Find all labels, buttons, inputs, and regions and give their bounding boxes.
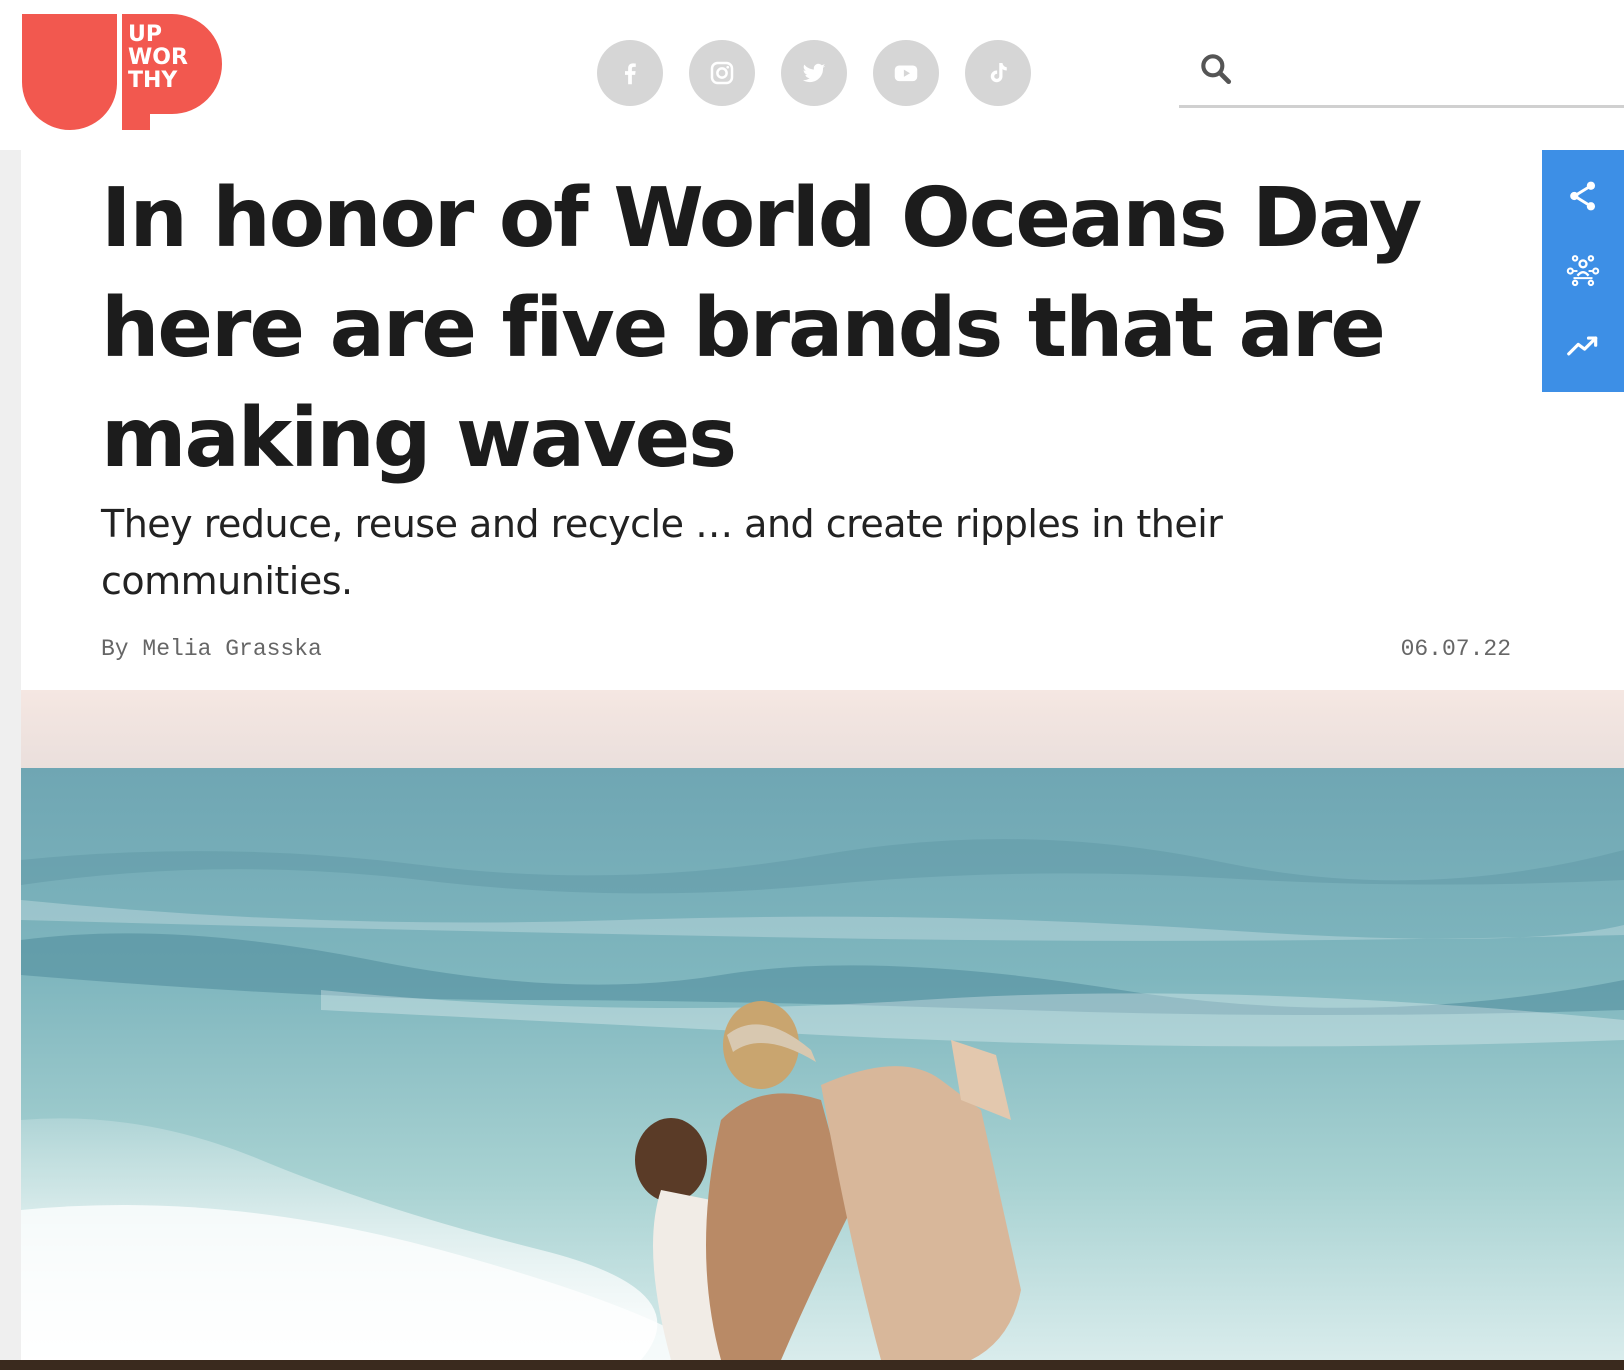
trending-icon xyxy=(1567,336,1598,356)
bottom-edge xyxy=(0,1360,1624,1370)
twitter-link[interactable] xyxy=(781,40,847,106)
svg-text:UP: UP xyxy=(128,22,162,47)
twitter-icon xyxy=(802,63,826,83)
upworthy-logo[interactable]: UP WOR THY xyxy=(22,14,222,130)
instagram-icon xyxy=(710,61,734,85)
facebook-icon xyxy=(625,63,636,85)
share-button[interactable] xyxy=(1557,170,1609,222)
tiktok-icon xyxy=(990,63,1007,83)
trending-button[interactable] xyxy=(1557,320,1609,372)
social-links xyxy=(597,40,1031,106)
tiktok-link[interactable] xyxy=(965,40,1031,106)
community-icon xyxy=(1566,255,1600,287)
facebook-link[interactable] xyxy=(597,40,663,106)
publish-date: 06.07.22 xyxy=(1400,636,1511,662)
search-icon[interactable] xyxy=(1197,50,1235,88)
youtube-link[interactable] xyxy=(873,40,939,106)
svg-text:THY: THY xyxy=(128,68,178,93)
article-subtitle: They reduce, reuse and recycle … and cre… xyxy=(101,502,1223,603)
share-sidebar xyxy=(1542,150,1624,392)
community-button[interactable] xyxy=(1557,245,1609,297)
search-bar xyxy=(1179,48,1624,108)
byline-row: By Melia Grasska 06.07.22 xyxy=(101,636,1511,666)
site-header: UP WOR THY xyxy=(0,0,1624,150)
svg-text:WOR: WOR xyxy=(128,45,188,70)
hero-image xyxy=(21,690,1624,1360)
author-byline[interactable]: By Melia Grasska xyxy=(101,636,322,662)
youtube-icon xyxy=(894,65,918,82)
article-headline: In honor of World Oceans Day here are fi… xyxy=(101,171,1422,486)
page-gutter xyxy=(0,150,21,1370)
search-input[interactable] xyxy=(1245,48,1615,98)
instagram-link[interactable] xyxy=(689,40,755,106)
share-icon xyxy=(1570,181,1596,211)
